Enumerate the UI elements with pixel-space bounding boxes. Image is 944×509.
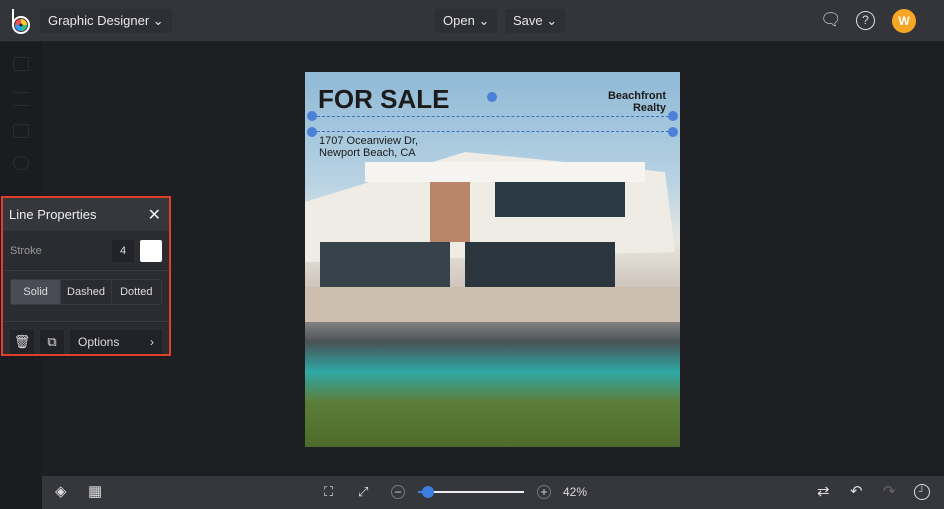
open-button[interactable]: Open ⌄ — [435, 9, 498, 33]
resize-handle[interactable] — [668, 111, 678, 121]
redo-icon: ↷ — [883, 483, 896, 500]
line-style-selector: Solid Dashed Dotted — [10, 279, 162, 305]
save-button[interactable]: Save ⌄ — [505, 9, 566, 33]
chevron-down-icon: ⌄ — [546, 13, 558, 28]
company-text[interactable]: Beachfront Realty — [586, 90, 666, 114]
history-icon[interactable]: ┘ — [914, 484, 930, 500]
chevron-right-icon: › — [150, 335, 154, 349]
line-properties-panel: Line Properties ✕ Stroke 4 Solid Dashed D… — [1, 196, 171, 356]
heart-icon[interactable] — [13, 156, 29, 170]
top-bar: Graphic Designer ⌄ Open ⌄ Save ⌄ 🗨 ? W — [0, 0, 944, 42]
address-line-1: 1707 Oceanview Dr, — [319, 135, 419, 147]
address-text[interactable]: 1707 Oceanview Dr, Newport Beach, CA — [319, 135, 418, 159]
headline-text[interactable]: FOR SALE — [318, 84, 449, 115]
duplicate-icon[interactable]: ⧉ — [40, 330, 64, 354]
zoom-slider-thumb[interactable] — [422, 486, 434, 498]
style-dotted-button[interactable]: Dotted — [112, 280, 161, 304]
panel-title: Line Properties — [9, 207, 97, 222]
resize-handle[interactable] — [668, 127, 678, 137]
zoom-level: 42% — [563, 485, 588, 499]
address-line-2: Newport Beach, CA — [319, 147, 416, 159]
bottom-bar: ◈ ▦ ⛶ ⤢ − + 42% ⇄ ↶ ↷ ┘ — [42, 476, 944, 509]
avatar[interactable]: W — [892, 9, 916, 33]
rotate-handle[interactable] — [487, 92, 497, 102]
selected-line[interactable] — [312, 116, 674, 132]
image-icon[interactable] — [13, 57, 29, 71]
open-label: Open — [443, 13, 475, 28]
help-icon[interactable]: ? — [856, 11, 875, 30]
app-logo[interactable] — [10, 8, 34, 34]
undo-icon[interactable]: ↶ — [850, 484, 863, 500]
trash-icon[interactable]: 🗑 — [10, 330, 34, 354]
style-dashed-button[interactable]: Dashed — [61, 280, 112, 304]
app-menu-button[interactable]: Graphic Designer ⌄ — [40, 9, 172, 33]
stroke-width-input[interactable]: 4 — [112, 239, 134, 262]
layers-icon[interactable]: ◈ — [55, 484, 67, 500]
fit-screen-icon[interactable]: ⛶ — [324, 484, 333, 500]
house-photo — [305, 152, 680, 322]
text-icon[interactable] — [13, 92, 29, 106]
comment-icon[interactable]: 🗨 — [820, 11, 842, 28]
swap-icon[interactable]: ⇄ — [817, 484, 830, 500]
save-label: Save — [513, 13, 543, 28]
options-button[interactable]: Options › — [70, 330, 162, 354]
zoom-in-button[interactable]: + — [537, 485, 551, 499]
resize-icon[interactable]: ⤢ — [358, 484, 368, 500]
stroke-label: Stroke — [10, 244, 42, 257]
resize-handle[interactable] — [307, 127, 317, 137]
chevron-down-icon: ⌄ — [152, 13, 164, 28]
zoom-out-button[interactable]: − — [391, 485, 405, 499]
layout-icon[interactable] — [13, 124, 29, 138]
options-label: Options — [78, 335, 120, 349]
chevron-down-icon: ⌄ — [478, 13, 490, 28]
style-solid-button[interactable]: Solid — [11, 280, 62, 304]
design-canvas[interactable]: FOR SALE Beachfront Realty 1707 Oceanvie… — [305, 72, 680, 447]
app-menu-label: Graphic Designer — [48, 13, 150, 28]
zoom-slider[interactable] — [418, 486, 524, 498]
template-icon[interactable]: ▦ — [88, 484, 102, 500]
resize-handle[interactable] — [307, 111, 317, 121]
close-icon[interactable]: ✕ — [148, 205, 161, 225]
stroke-color-swatch[interactable] — [140, 239, 162, 262]
